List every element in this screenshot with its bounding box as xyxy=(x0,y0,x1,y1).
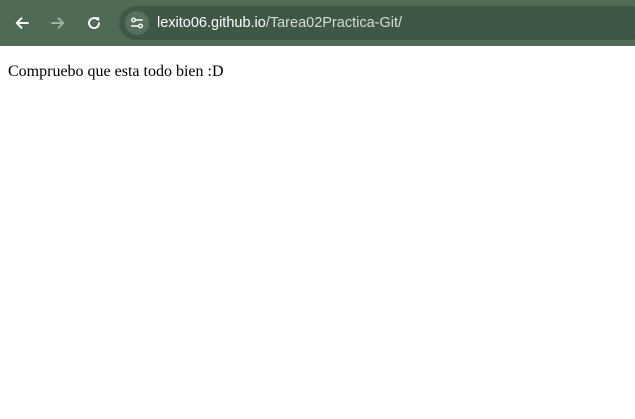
tune-icon xyxy=(131,17,143,29)
site-info-button[interactable] xyxy=(125,11,149,35)
url-path: /Tarea02Practica-Git/ xyxy=(265,15,403,31)
url-text[interactable]: lexito06.github.io/Tarea02Practica-Git/ xyxy=(157,6,402,40)
back-button[interactable] xyxy=(6,7,38,39)
arrow-left-icon xyxy=(15,17,29,29)
browser-toolbar: lexito06.github.io/Tarea02Practica-Git/ xyxy=(0,0,635,46)
address-bar[interactable]: lexito06.github.io/Tarea02Practica-Git/ xyxy=(119,6,635,40)
url-host: lexito06.github.io xyxy=(157,15,266,31)
page-body-text: Compruebo que esta todo bien :D xyxy=(8,63,224,80)
reload-icon xyxy=(88,17,100,29)
arrow-right-icon xyxy=(51,17,65,29)
reload-button[interactable] xyxy=(78,7,110,39)
forward-button[interactable] xyxy=(42,7,74,39)
